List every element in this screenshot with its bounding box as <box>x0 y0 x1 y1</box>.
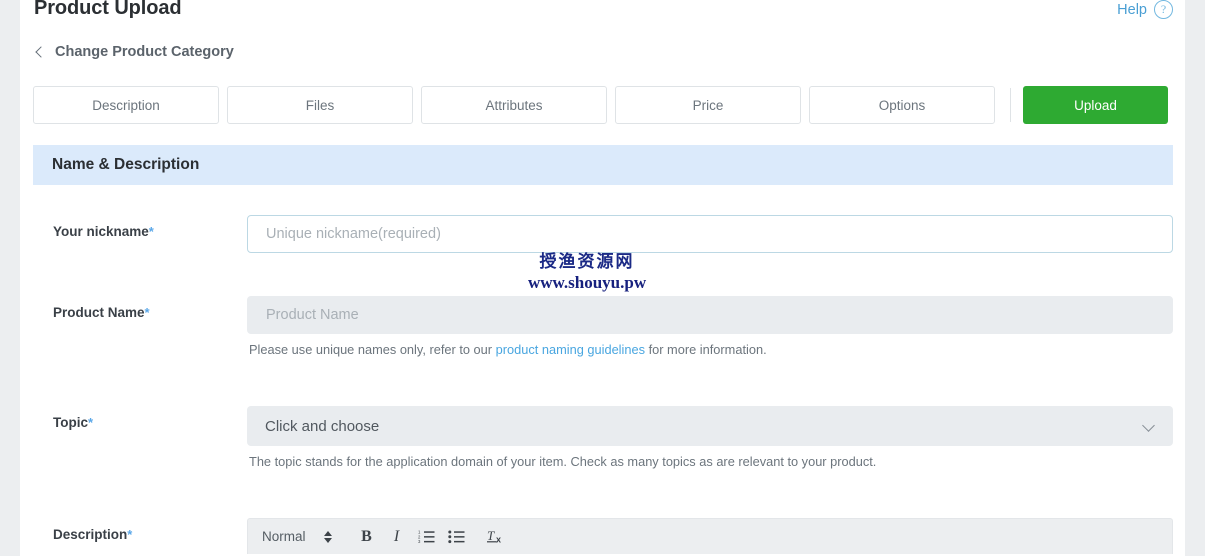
topic-label: Topic* <box>53 415 93 430</box>
bullet-list-icon[interactable] <box>442 524 472 550</box>
bullet-list-glyph <box>448 530 465 544</box>
topic-selected-value: Click and choose <box>265 417 380 435</box>
format-dropdown[interactable]: Normal <box>262 529 332 544</box>
topic-hint: The topic stands for the application dom… <box>249 454 877 469</box>
format-dropdown-label: Normal <box>262 529 306 544</box>
product-name-input[interactable] <box>247 296 1173 334</box>
watermark: 授渔资源网 www.shouyu.pw <box>528 252 646 294</box>
clear-format-icon[interactable]: T x <box>482 524 512 550</box>
topic-select[interactable]: Click and choose <box>247 406 1173 446</box>
question-circle-icon[interactable]: ? <box>1154 0 1173 19</box>
help-link[interactable]: Help ? <box>1117 0 1173 19</box>
svg-text:x: x <box>496 535 501 545</box>
nickname-input[interactable] <box>247 215 1173 253</box>
nickname-label: Your nickname* <box>53 224 154 239</box>
chevron-down-icon <box>1142 419 1155 432</box>
tab-price[interactable]: Price <box>615 86 801 124</box>
help-label: Help <box>1117 1 1147 18</box>
bold-icon[interactable]: B <box>352 524 382 550</box>
breadcrumb[interactable]: Change Product Category <box>34 44 234 60</box>
ordered-list-icon[interactable]: 1 2 3 <box>412 524 442 550</box>
nickname-label-text: Your nickname <box>53 224 149 239</box>
chevron-left-icon <box>35 46 47 58</box>
content-card: Product Upload Help ? Change Product Cat… <box>20 0 1185 556</box>
italic-icon[interactable]: I <box>382 524 412 550</box>
clear-format-glyph: T x <box>486 528 501 545</box>
tab-options[interactable]: Options <box>809 86 995 124</box>
required-marker: * <box>144 305 150 320</box>
hint-text-before: Please use unique names only, refer to o… <box>249 342 496 357</box>
updown-stepper-icon <box>323 530 332 543</box>
product-name-hint: Please use unique names only, refer to o… <box>247 342 1173 357</box>
tab-description[interactable]: Description <box>33 86 219 124</box>
page-root: Product Upload Help ? Change Product Cat… <box>0 0 1205 556</box>
svg-text:3: 3 <box>418 539 421 544</box>
required-marker: * <box>148 224 154 239</box>
required-marker: * <box>88 415 94 430</box>
product-name-label: Product Name* <box>53 305 150 320</box>
product-name-control: Please use unique names only, refer to o… <box>247 296 1173 357</box>
watermark-line-1: 授渔资源网 <box>539 252 635 272</box>
tabs-row: Description Files Attributes Price Optio… <box>33 86 1173 124</box>
description-label: Description* <box>53 527 132 542</box>
nickname-control <box>247 215 1173 253</box>
description-editor-toolbar: Normal B I 1 2 3 T x <box>247 518 1173 554</box>
tab-attributes[interactable]: Attributes <box>421 86 607 124</box>
toolbar-divider <box>1010 88 1011 122</box>
hint-text-after: for more information. <box>645 342 767 357</box>
breadcrumb-label: Change Product Category <box>55 44 234 60</box>
section-title: Name & Description <box>52 156 200 173</box>
page-title: Product Upload <box>34 0 182 19</box>
product-name-label-text: Product Name <box>53 305 145 320</box>
upload-button[interactable]: Upload <box>1023 86 1168 124</box>
required-marker: * <box>127 527 133 542</box>
description-label-text: Description <box>53 527 128 542</box>
description-control: Normal B I 1 2 3 T x <box>247 518 1173 554</box>
watermark-line-2: www.shouyu.pw <box>528 273 647 292</box>
topic-label-text: Topic <box>53 415 88 430</box>
product-naming-guidelines-link[interactable]: product naming guidelines <box>496 342 645 357</box>
section-header-name-description: Name & Description <box>33 145 1173 185</box>
svg-text:T: T <box>487 528 495 543</box>
topic-control: Click and choose The topic stands for th… <box>247 406 1173 469</box>
ordered-list-glyph: 1 2 3 <box>418 530 435 544</box>
tab-files[interactable]: Files <box>227 86 413 124</box>
